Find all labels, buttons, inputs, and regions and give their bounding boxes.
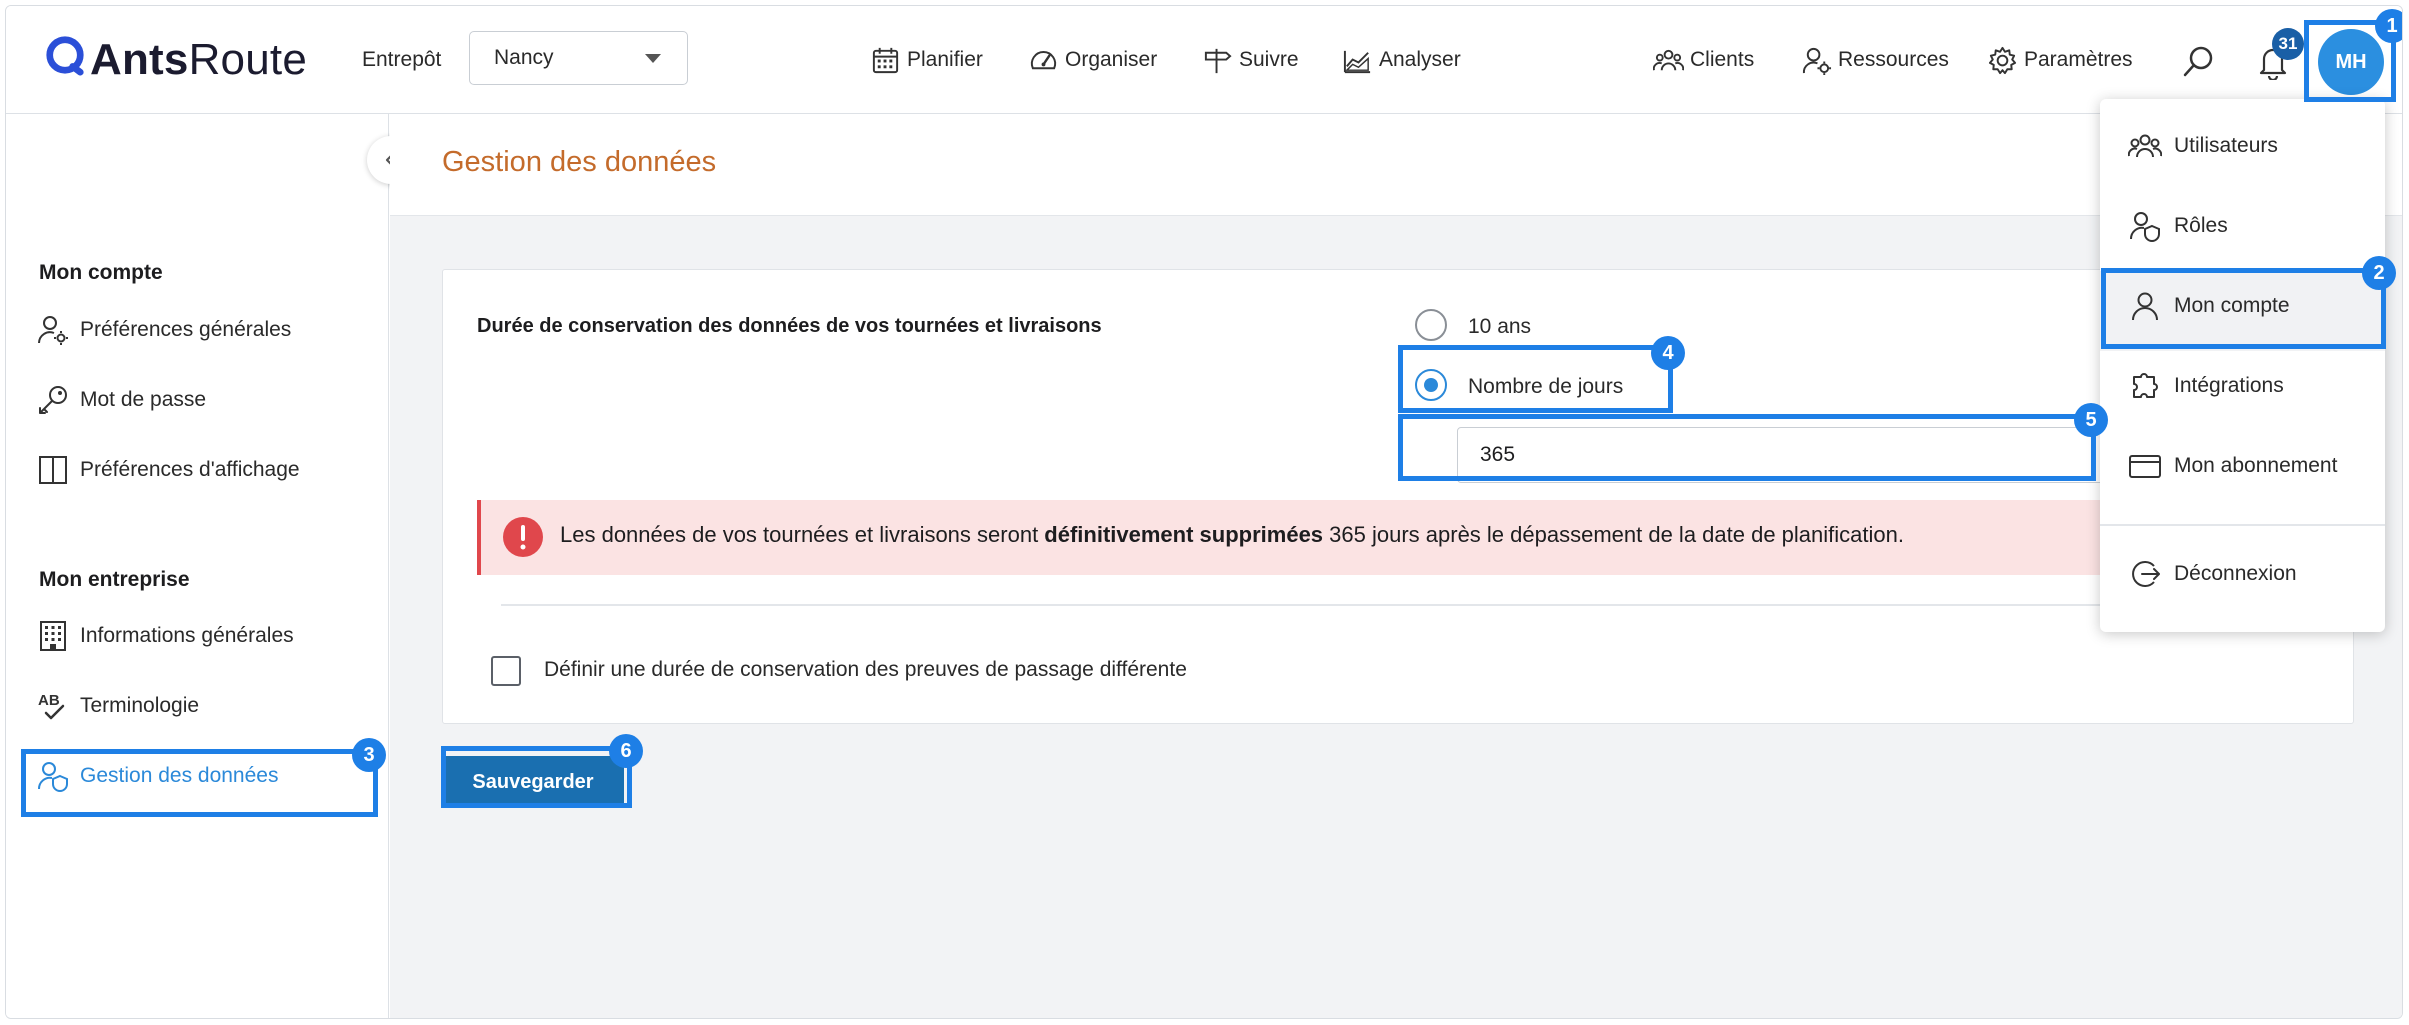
menu-item-label: Déconnexion (2174, 562, 2297, 585)
nav-suivre[interactable]: Suivre (1202, 42, 1299, 78)
app-logo[interactable]: AntsRoute (90, 35, 307, 85)
user-gear-icon (1802, 47, 1832, 75)
gear-icon (1988, 46, 2017, 74)
nav-label: Clients (1690, 48, 1755, 71)
sidebar-item-label: Informations générales (80, 624, 294, 647)
warehouse-select[interactable]: Nancy (469, 31, 688, 85)
top-bar: AntsRoute Entrepôt Nancy Planifier Organ… (6, 6, 2402, 114)
nav-label: Suivre (1239, 48, 1299, 71)
page-title: Gestion des données (442, 146, 717, 178)
svg-text:AB: AB (38, 692, 60, 709)
nav-label: Planifier (907, 48, 983, 71)
sidebar-item-informations-generales[interactable]: Informations générales (36, 619, 294, 653)
spellcheck-icon: AB (38, 692, 65, 720)
data-retention-card: Durée de conservation des données de vos… (442, 269, 2354, 724)
group-icon (1653, 49, 1684, 70)
sidebar-item-mot-de-passe[interactable]: Mot de passe (36, 383, 206, 417)
antsroute-logo-icon[interactable] (44, 34, 86, 76)
sidebar-item-label: Préférences générales (80, 318, 292, 341)
sidebar-item-label: Mot de passe (80, 388, 207, 411)
layout-columns-icon (39, 456, 67, 484)
menu-item-utilisateurs[interactable]: Utilisateurs (2128, 129, 2278, 163)
annotation-box-2 (2101, 268, 2386, 349)
radio-10-ans-label: 10 ans (1468, 315, 1532, 338)
annotation-badge-1: 1 (2375, 9, 2402, 43)
annotation-badge-5: 5 (2074, 403, 2108, 437)
sidebar-section-title-company: Mon entreprise (39, 568, 190, 591)
retention-label: Durée de conservation des données de vos… (477, 315, 1102, 337)
annotation-badge-6: 6 (609, 734, 643, 768)
signpost-icon (1204, 48, 1232, 73)
notification-count-badge[interactable]: 31 (2272, 28, 2304, 60)
user-shield-icon (2129, 212, 2160, 243)
menu-item-deconnexion[interactable]: Déconnexion (2128, 557, 2297, 591)
menu-item-integrations[interactable]: Intégrations (2128, 369, 2284, 403)
sidebar-item-label: Terminologie (80, 694, 200, 717)
deletion-alert: Les données de vos tournées et livraison… (477, 500, 2325, 575)
proof-retention-label: Définir une durée de conservation des pr… (544, 658, 1187, 681)
menu-item-roles[interactable]: Rôles (2128, 209, 2228, 243)
menu-item-label: Intégrations (2174, 374, 2284, 397)
alert-text: Les données de vos tournées et livraison… (560, 522, 1904, 547)
annotation-box-5 (1398, 414, 2096, 481)
warehouse-value: Nancy (494, 46, 554, 69)
app-window: AntsRoute Entrepôt Nancy Planifier Organ… (5, 5, 2403, 1019)
annotation-badge-4: 4 (1651, 336, 1685, 370)
nav-parametres[interactable]: Paramètres (1987, 42, 2133, 78)
sidebar-section-title-account: Mon compte (39, 261, 163, 284)
sidebar-item-preferences-generales[interactable]: Préférences générales (36, 313, 291, 347)
menu-item-label: Utilisateurs (2174, 134, 2278, 157)
nav-analyser[interactable]: Analyser (1342, 42, 1461, 78)
calendar-icon (872, 47, 899, 73)
sidebar: Mon compte Préférences générales Mot de … (6, 114, 389, 1018)
alert-icon (503, 517, 543, 557)
logout-icon (2132, 561, 2160, 587)
sidebar-item-label: Préférences d'affichage (80, 458, 300, 481)
nav-label: Ressources (1838, 48, 1949, 71)
gauge-icon (1030, 50, 1057, 69)
chevron-down-icon (645, 54, 661, 63)
annotation-badge-3: 3 (352, 738, 386, 772)
nav-label: Analyser (1379, 48, 1461, 71)
annotation-box-4 (1398, 345, 1673, 413)
annotation-box-6 (441, 746, 632, 808)
puzzle-icon (2133, 373, 2158, 398)
nav-ressources[interactable]: Ressources (1801, 42, 1949, 78)
menu-item-mon-abonnement[interactable]: Mon abonnement (2128, 449, 2337, 483)
user-menu-dropdown: Utilisateurs Rôles Mon compte Intégratio… (2100, 99, 2385, 632)
sidebar-item-preferences-affichage[interactable]: Préférences d'affichage (36, 453, 300, 487)
user-settings-icon (38, 316, 68, 345)
search-icon[interactable] (2182, 44, 2216, 78)
nav-planifier[interactable]: Planifier (870, 42, 983, 78)
sidebar-item-terminologie[interactable]: AB Terminologie (36, 689, 199, 723)
divider (501, 604, 2325, 606)
menu-divider (2100, 524, 2385, 526)
menu-item-label: Rôles (2174, 214, 2228, 237)
building-icon (40, 621, 66, 651)
warehouse-label: Entrepôt (362, 48, 442, 71)
users-icon (2128, 134, 2162, 158)
radio-10-ans[interactable] (1415, 309, 1447, 341)
chart-icon (1343, 50, 1371, 73)
nav-label: Paramètres (2024, 48, 2133, 71)
nav-label: Organiser (1065, 48, 1158, 71)
proof-retention-checkbox[interactable] (491, 656, 521, 686)
annotation-badge-2: 2 (2362, 256, 2396, 290)
credit-card-icon (2129, 455, 2161, 478)
menu-item-label: Mon abonnement (2174, 454, 2338, 477)
nav-clients[interactable]: Clients (1653, 42, 1754, 78)
annotation-box-3 (21, 749, 378, 817)
key-icon (39, 386, 67, 414)
nav-organiser[interactable]: Organiser (1028, 42, 1157, 78)
